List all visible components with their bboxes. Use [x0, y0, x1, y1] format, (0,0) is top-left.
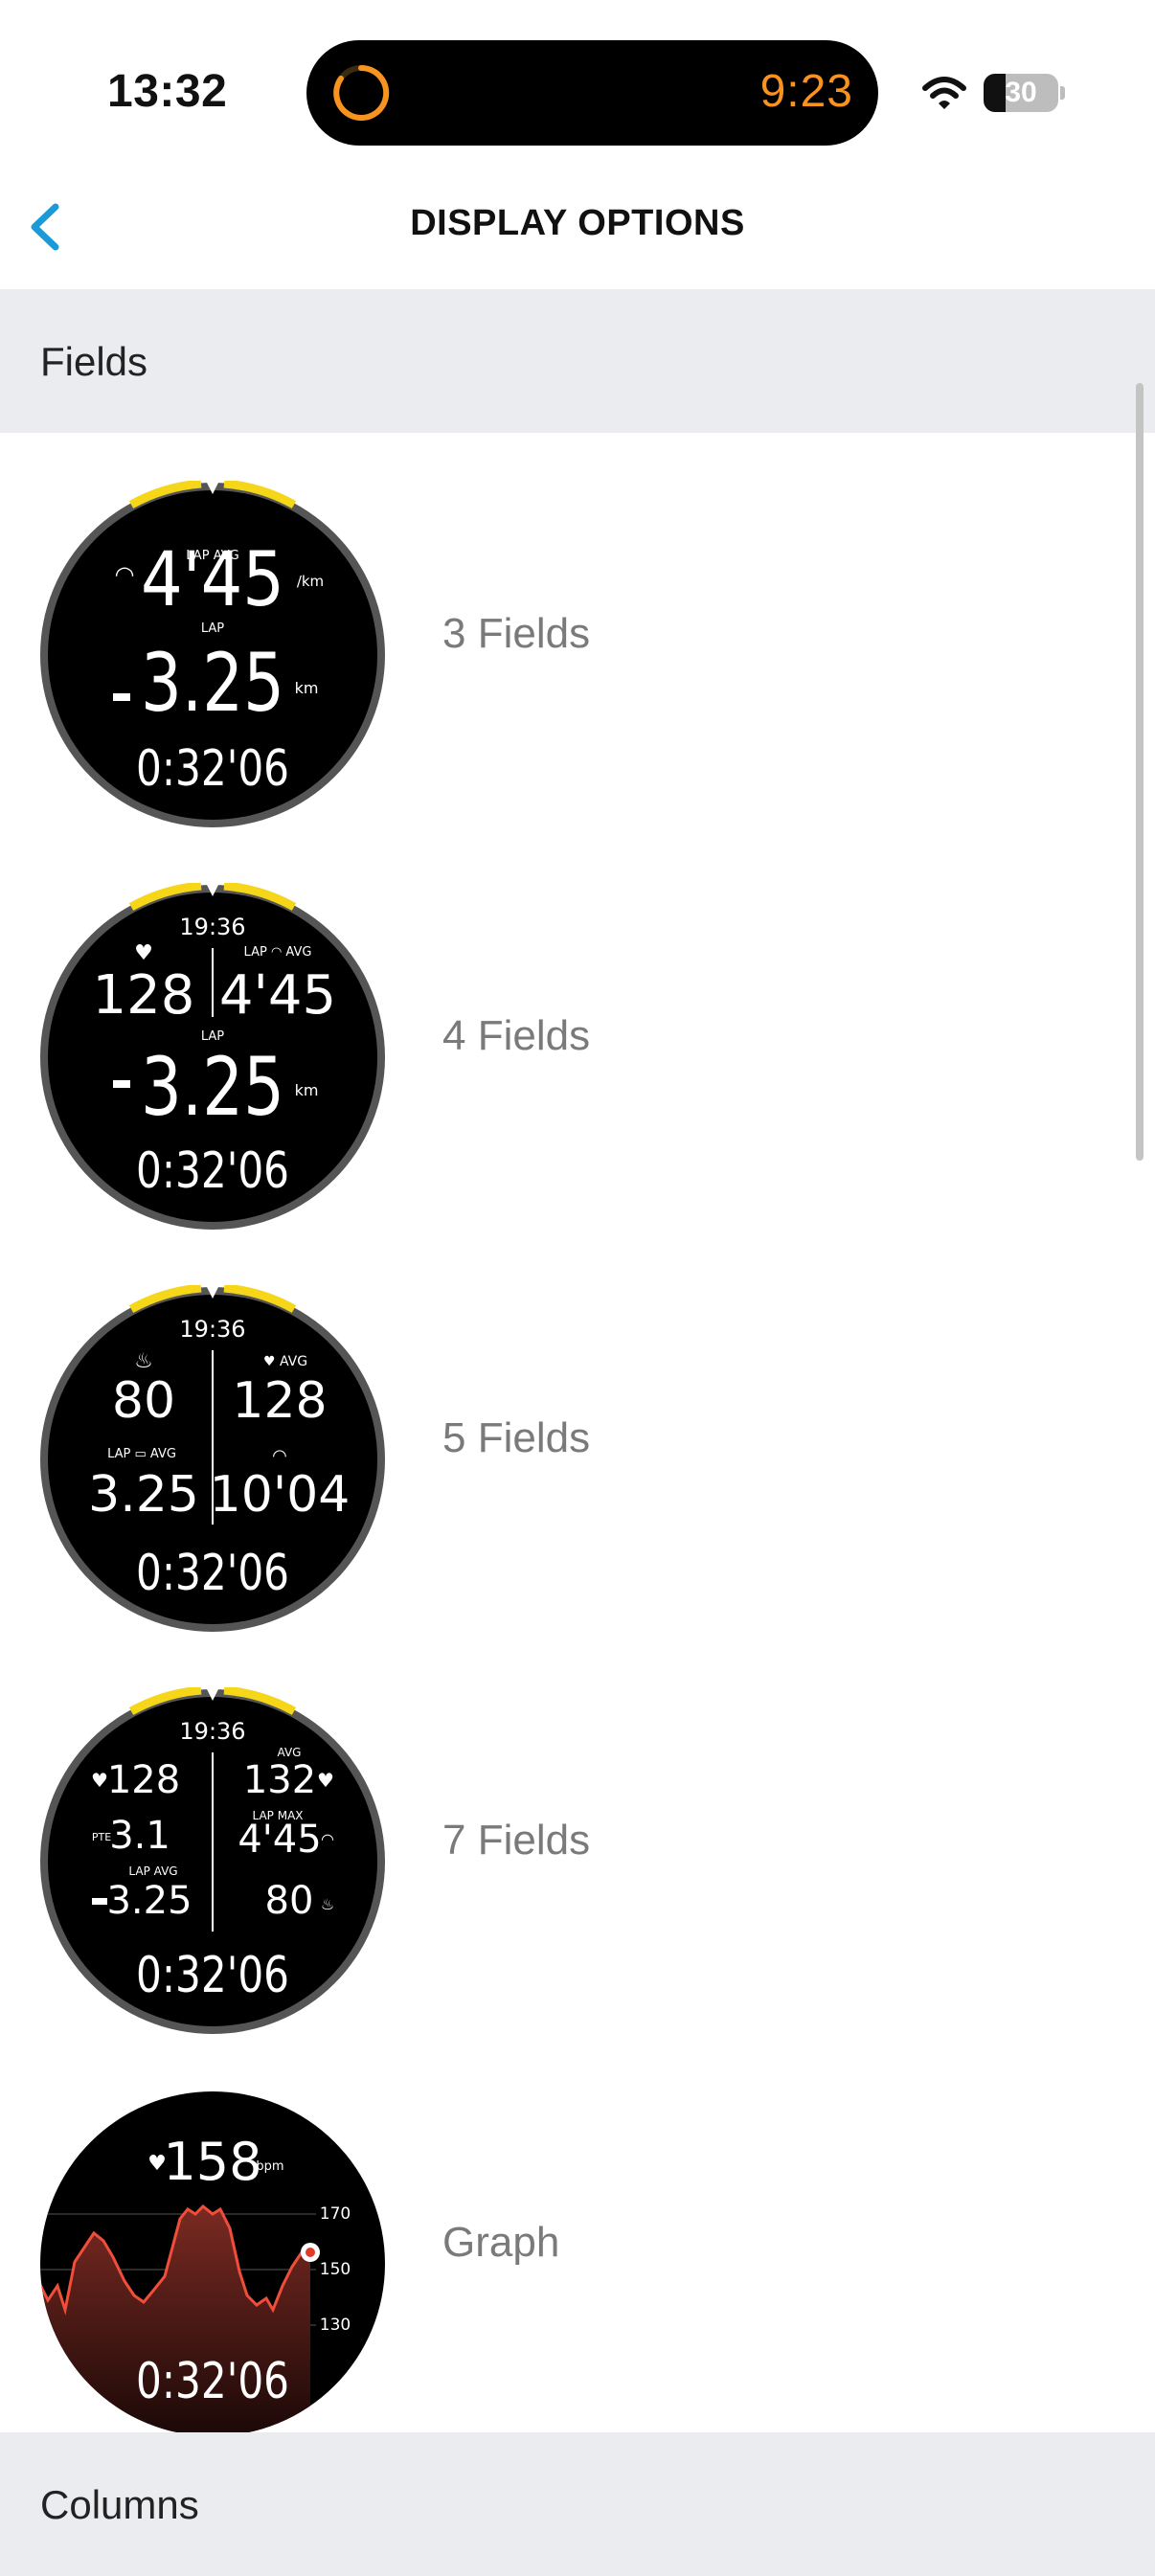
- heart-icon: ♥: [91, 1769, 108, 1792]
- option-label: 7 Fields: [442, 1817, 591, 1864]
- value-distance: 3.25: [106, 1879, 192, 1923]
- label-lap-avg: LAP ▭ AVG: [107, 1447, 176, 1461]
- flame-icon: ♨: [321, 1895, 334, 1913]
- watch-face-4-fields: 19:36 ♥ 128 LAP ◠ AVG 4'45 LAP 3.25 km 0…: [40, 883, 385, 1230]
- value-heart-rate: 128: [93, 964, 195, 1027]
- section-header-label: Columns: [40, 2482, 199, 2527]
- value-distance: 3.25: [141, 636, 284, 730]
- value-calories: 80: [265, 1879, 314, 1923]
- label-lap: LAP: [201, 621, 224, 636]
- unit-km: km: [295, 679, 319, 697]
- pace-icon: ◠: [272, 1446, 287, 1466]
- battery-icon: 30: [984, 74, 1058, 112]
- value-heart-rate: 158: [163, 2132, 261, 2192]
- heart-icon: ♥: [134, 941, 153, 965]
- distance-icon: [113, 1080, 130, 1088]
- watch-face-3-fields: LAP AVG ◠ 4'45 /km LAP 3.25 km 0:32'06: [40, 481, 385, 827]
- label-lap-avg: LAP AVG: [128, 1864, 177, 1878]
- value-heart-rate: 128: [232, 1372, 327, 1430]
- value-duration: 0:32'06: [136, 740, 289, 798]
- y-tick-150: 150: [320, 2260, 351, 2279]
- timer-ring-icon: [333, 64, 390, 121]
- label-heart-avg: ♥ AVG: [263, 1354, 307, 1369]
- value-clock: 19:36: [179, 914, 245, 940]
- section-header-label: Fields: [40, 339, 148, 384]
- y-tick-130: 130: [320, 2316, 351, 2335]
- value-duration: 0:32'06: [136, 2353, 289, 2410]
- value-pace: 4'45: [238, 1818, 321, 1862]
- label-lap-avg: LAP ◠ AVG: [244, 945, 312, 960]
- option-row-3-fields[interactable]: LAP AVG ◠ 4'45 /km LAP 3.25 km 0:32'06 3…: [0, 433, 1155, 835]
- option-label: Graph: [442, 2219, 560, 2266]
- value-pte: 3.1: [109, 1814, 170, 1858]
- distance-icon: [113, 693, 130, 701]
- flame-icon: ♨: [134, 1349, 153, 1373]
- y-tick-170: 170: [320, 2204, 351, 2224]
- value-duration: 0:32'06: [136, 1545, 289, 1602]
- value-clock: 19:36: [179, 1718, 245, 1745]
- value-calories: 80: [112, 1372, 175, 1430]
- option-row-4-fields[interactable]: 19:36 ♥ 128 LAP ◠ AVG 4'45 LAP 3.25 km 0…: [0, 835, 1155, 1237]
- section-header-fields: Fields: [0, 289, 1155, 433]
- value-clock: 19:36: [179, 1316, 245, 1343]
- pace-icon: ◠: [115, 561, 135, 588]
- dynamic-island[interactable]: 9:23: [306, 40, 878, 146]
- battery-level: 30: [1005, 77, 1037, 108]
- option-row-graph[interactable]: ♥ 158 bpm 170 150 130 0:32'06 Graph: [0, 2042, 1155, 2444]
- battery-cap: [1060, 86, 1065, 100]
- value-heart-rate-avg: 132: [243, 1758, 316, 1802]
- option-row-5-fields[interactable]: 19:36 ♨ 80 ♥ AVG 128 LAP ▭ AVG 3.25 ◠ 10…: [0, 1237, 1155, 1639]
- option-label: 3 Fields: [442, 610, 591, 657]
- nav-bar: DISPLAY OPTIONS: [0, 163, 1155, 289]
- watch-face-7-fields: 19:36 ♥ 128 AVG 132 ♥ PTE 3.1 LAP MAX 4'…: [40, 1687, 385, 2034]
- heart-icon: ♥: [317, 1769, 334, 1792]
- value-pace: 4'45: [141, 537, 284, 623]
- status-time: 13:32: [107, 66, 228, 117]
- unit-km: km: [295, 1081, 319, 1099]
- value-distance: 3.25: [141, 1040, 284, 1134]
- island-timer: 9:23: [759, 66, 853, 117]
- unit-bpm: bpm: [256, 2159, 283, 2174]
- label-pte: PTE: [92, 1831, 111, 1843]
- value-pace: 10'04: [210, 1466, 351, 1524]
- page-title: DISPLAY OPTIONS: [410, 203, 745, 243]
- watch-face-5-fields: 19:36 ♨ 80 ♥ AVG 128 LAP ▭ AVG 3.25 ◠ 10…: [40, 1285, 385, 1632]
- status-bar: 13:32 9:23 30: [0, 0, 1155, 163]
- watch-face-graph: ♥ 158 bpm 170 150 130 0:32'06: [40, 2091, 385, 2436]
- value-duration: 0:32'06: [136, 1142, 289, 1200]
- option-row-7-fields[interactable]: 19:36 ♥ 128 AVG 132 ♥ PTE 3.1 LAP MAX 4'…: [0, 1639, 1155, 2042]
- value-duration: 0:32'06: [136, 1947, 289, 2004]
- value-distance: 3.25: [88, 1466, 199, 1524]
- distance-icon: [92, 1898, 107, 1905]
- label-avg: AVG: [278, 1746, 302, 1759]
- value-heart-rate: 128: [107, 1758, 180, 1802]
- pace-icon: ◠: [321, 1830, 334, 1848]
- section-header-columns: Columns: [0, 2432, 1155, 2576]
- wifi-icon: [922, 77, 966, 109]
- value-pace: 4'45: [219, 964, 336, 1027]
- unit-per-km: /km: [297, 573, 324, 590]
- option-label: 5 Fields: [442, 1414, 591, 1461]
- option-label: 4 Fields: [442, 1012, 591, 1059]
